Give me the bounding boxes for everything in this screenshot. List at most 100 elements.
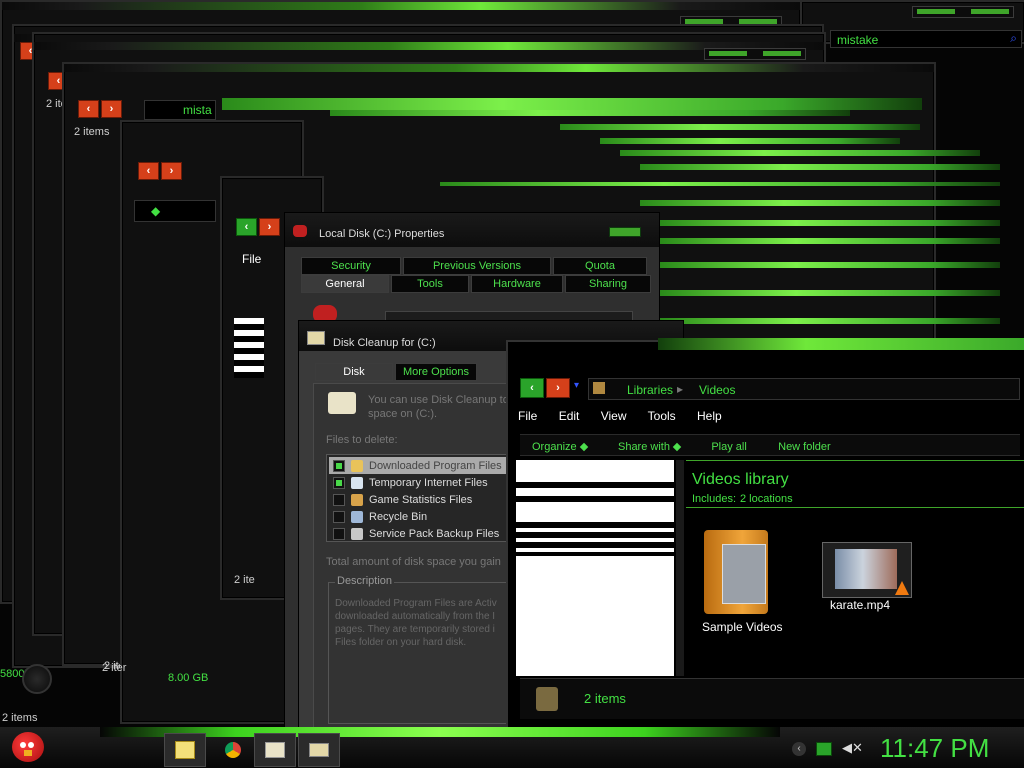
clock[interactable]: 11:47 PM <box>880 733 989 764</box>
cleanup-illustration-icon <box>328 392 356 414</box>
checkbox[interactable] <box>333 459 345 472</box>
item-label: Sample Videos <box>702 620 783 634</box>
menu-file[interactable]: File <box>518 409 537 423</box>
play-all-button[interactable]: Play all <box>711 441 746 453</box>
status-bar: 2 items <box>520 678 1024 719</box>
cleanup-icon <box>307 331 325 345</box>
show-hidden-icons-icon[interactable]: ‹ <box>792 742 806 756</box>
tab-more-options[interactable]: More Options <box>395 363 477 381</box>
list-item[interactable]: Sample Videos <box>690 526 800 636</box>
bottom-status: 2 items <box>2 712 38 724</box>
item-count: 2 iter <box>102 662 127 674</box>
drive-icon <box>265 742 285 758</box>
new-folder-button[interactable]: New folder <box>778 441 831 453</box>
file-menu-partial[interactable]: File <box>242 252 261 266</box>
menu-view[interactable]: View <box>601 409 627 423</box>
tab-security[interactable]: Security <box>301 257 401 275</box>
taskbar-properties[interactable] <box>254 733 296 767</box>
explorer-window: ‹ › ▾ Libraries ▸ Videos File Edit View T… <box>506 338 1024 732</box>
tab-disk-cleanup[interactable]: Disk Cleanup <box>315 363 393 394</box>
volume-icon[interactable]: ◀✕ <box>842 740 863 756</box>
share-with-button[interactable]: Share with <box>618 441 682 453</box>
item-count: 2 ite <box>234 574 255 586</box>
chevron-right-icon[interactable]: ▸ <box>677 382 683 396</box>
file-name: Service Pack Backup Files <box>369 527 500 540</box>
search-text[interactable]: mistake <box>837 33 878 47</box>
angry-bird-icon <box>293 225 307 237</box>
menu-edit[interactable]: Edit <box>559 409 580 423</box>
breadcrumb-videos[interactable]: Videos <box>699 383 735 397</box>
includes-label: Includes: <box>692 493 737 505</box>
menu-tools[interactable]: Tools <box>648 409 676 423</box>
tab-quota[interactable]: Quota <box>553 257 647 275</box>
taskbar-chrome[interactable] <box>212 733 254 767</box>
document-icon <box>351 476 363 489</box>
library-icon <box>536 687 558 711</box>
includes-link[interactable]: 2 locations <box>740 493 793 505</box>
description-line: downloaded automatically from the I <box>335 611 496 622</box>
pane-splitter[interactable] <box>676 460 684 676</box>
file-name: Recycle Bin <box>369 510 428 523</box>
gear-icon <box>22 664 52 694</box>
file-name: Downloaded Program Files <box>369 459 502 472</box>
tab-hardware[interactable]: Hardware <box>471 275 563 293</box>
video-thumbnail-icon <box>822 542 912 598</box>
game-icon <box>351 493 363 506</box>
folder-icon <box>351 459 363 472</box>
tab-tools[interactable]: Tools <box>391 275 469 293</box>
file-name: Game Statistics Files <box>369 493 473 506</box>
intro-line-1: You can use Disk Cleanup to <box>368 394 509 406</box>
tab-general[interactable]: General <box>301 275 389 293</box>
search-icon[interactable]: ⌕ <box>1010 31 1017 46</box>
intro-line-2: space on (C:). <box>368 408 438 420</box>
list-item[interactable]: karate.mp4 <box>816 542 916 632</box>
files-to-delete-label: Files to delete: <box>326 434 398 446</box>
properties-title: Local Disk (C:) Properties <box>319 228 445 240</box>
item-count: 2 items <box>74 126 110 138</box>
recycle-bin-icon <box>351 510 363 523</box>
history-dropdown[interactable]: ▾ <box>574 380 579 391</box>
menu-bar: File Edit View Tools Help <box>518 406 1018 426</box>
checkbox[interactable] <box>333 510 345 523</box>
checkbox[interactable] <box>333 476 345 489</box>
item-label: karate.mp4 <box>830 598 891 612</box>
description-line: pages. They are temporarily stored i <box>335 624 495 635</box>
taskbar-explorer[interactable] <box>164 733 206 767</box>
total-label: Total amount of disk space you gain <box>326 556 501 568</box>
library-title: Videos library <box>692 471 789 488</box>
start-button[interactable] <box>8 728 48 766</box>
cleanup-icon <box>309 743 329 757</box>
content-pane: Videos library Includes: 2 locations Sam… <box>686 460 1024 676</box>
description-line: Downloaded Program Files are Activ <box>335 598 497 609</box>
navigation-pane[interactable] <box>516 460 674 676</box>
forward-button[interactable]: › <box>546 378 570 398</box>
chrome-icon <box>225 742 241 758</box>
search-text-partial[interactable]: mista <box>183 103 212 117</box>
close-button[interactable] <box>609 227 641 237</box>
drive-size: 8.00 GB <box>168 672 209 684</box>
network-icon[interactable] <box>816 742 832 756</box>
breadcrumb-libraries[interactable]: Libraries <box>627 383 673 397</box>
tab-sharing[interactable]: Sharing <box>565 275 651 293</box>
breadcrumb[interactable]: Libraries ▸ Videos <box>588 378 1020 400</box>
tab-previous-versions[interactable]: Previous Versions <box>403 257 551 275</box>
checkbox[interactable] <box>333 527 345 540</box>
organize-button[interactable]: Organize <box>532 441 588 453</box>
back-button[interactable]: ‹ <box>520 378 544 398</box>
vlc-icon <box>895 581 909 595</box>
command-bar: Organize Share with Play all New folder <box>520 434 1020 456</box>
description-label: Description <box>335 575 395 587</box>
menu-help[interactable]: Help <box>697 409 722 423</box>
angry-bird-icon <box>12 732 44 762</box>
nav-buttons[interactable]: ‹ › <box>520 378 570 398</box>
file-name: Temporary Internet Files <box>369 476 488 489</box>
status-text: 2 items <box>584 691 626 706</box>
properties-titlebar: Local Disk (C:) Properties <box>285 213 659 247</box>
backup-icon <box>351 527 363 540</box>
description-line: Files folder on your hard disk. <box>335 637 467 648</box>
folder-icon <box>175 741 195 759</box>
taskbar-cleanup[interactable] <box>298 733 340 767</box>
bg-window-search: mistake ⌕ <box>800 0 1024 48</box>
checkbox[interactable] <box>333 493 345 506</box>
cleanup-title: Disk Cleanup for (C:) <box>333 337 436 349</box>
